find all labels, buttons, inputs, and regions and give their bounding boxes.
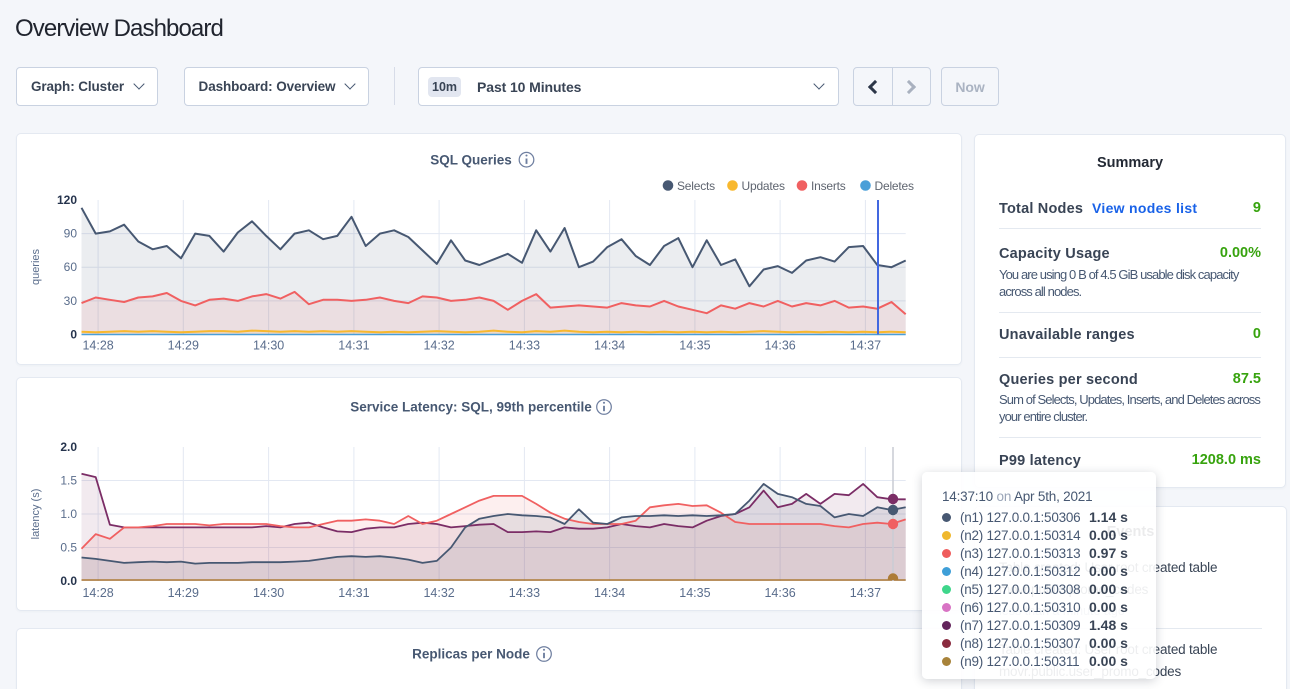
svg-text:14:29: 14:29 xyxy=(168,339,199,353)
svg-text:Service Latency: SQL, 99th per: Service Latency: SQL, 99th percentile xyxy=(350,400,592,415)
svg-text:latency (s): latency (s) xyxy=(30,489,42,540)
svg-text:14:31: 14:31 xyxy=(338,586,369,600)
svg-text:queries: queries xyxy=(30,248,42,285)
svg-text:1.0: 1.0 xyxy=(60,507,77,521)
svg-text:120: 120 xyxy=(57,193,77,207)
svg-text:30: 30 xyxy=(64,294,78,308)
svg-text:60: 60 xyxy=(64,260,78,274)
svg-text:14:33: 14:33 xyxy=(509,586,540,600)
svg-text:14:36: 14:36 xyxy=(764,339,795,353)
svg-text:1.5: 1.5 xyxy=(60,474,77,488)
svg-text:14:32: 14:32 xyxy=(423,586,454,600)
svg-text:14:35: 14:35 xyxy=(679,586,710,600)
svg-text:14:37: 14:37 xyxy=(850,339,881,353)
svg-text:Replicas per Node: Replicas per Node xyxy=(412,647,530,662)
svg-text:14:28: 14:28 xyxy=(82,339,113,353)
svg-text:SQL Queries: SQL Queries xyxy=(430,153,512,168)
svg-text:Deletes: Deletes xyxy=(875,179,914,193)
svg-text:Inserts: Inserts xyxy=(811,179,846,193)
svg-text:14:31: 14:31 xyxy=(338,339,369,353)
svg-text:0: 0 xyxy=(70,328,77,342)
svg-text:2.0: 2.0 xyxy=(60,440,77,454)
svg-text:0.5: 0.5 xyxy=(60,541,77,555)
svg-text:14:36: 14:36 xyxy=(764,586,795,600)
svg-text:0.0: 0.0 xyxy=(60,574,77,588)
svg-text:14:35: 14:35 xyxy=(679,339,710,353)
svg-text:14:34: 14:34 xyxy=(594,586,625,600)
svg-text:Updates: Updates xyxy=(742,179,785,193)
svg-text:14:30: 14:30 xyxy=(253,586,284,600)
svg-text:14:33: 14:33 xyxy=(509,339,540,353)
svg-text:14:34: 14:34 xyxy=(594,339,625,353)
svg-text:Selects: Selects xyxy=(677,179,715,193)
svg-text:14:28: 14:28 xyxy=(82,586,113,600)
svg-text:14:29: 14:29 xyxy=(168,586,199,600)
svg-text:14:30: 14:30 xyxy=(253,339,284,353)
svg-text:14:37: 14:37 xyxy=(850,586,881,600)
svg-text:14:32: 14:32 xyxy=(423,339,454,353)
svg-text:90: 90 xyxy=(64,227,78,241)
